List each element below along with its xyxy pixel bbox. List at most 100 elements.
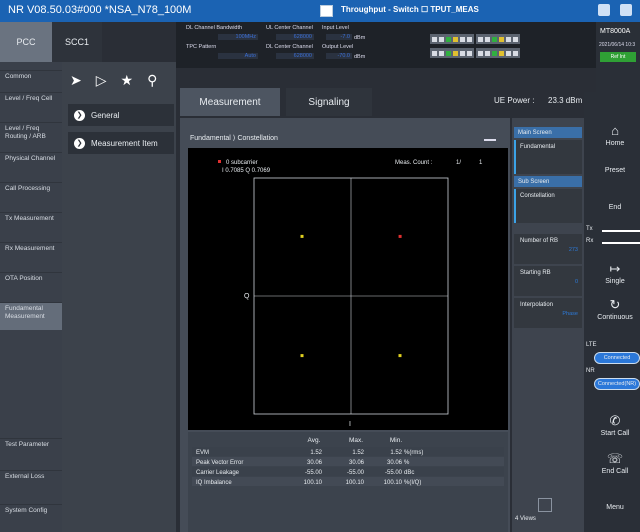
tab-signaling[interactable]: Signaling — [286, 88, 372, 116]
avg-value: 1.52 — [310, 450, 322, 456]
forward-icon[interactable]: ➤ — [70, 72, 82, 89]
nav-fundamental-measurement[interactable]: Fundamental Measurement — [0, 302, 62, 330]
minimize-icon[interactable] — [620, 4, 632, 16]
ul-center-value: 628000 — [276, 34, 314, 40]
preset-button[interactable]: Preset — [590, 167, 640, 174]
unit-label: dBc — [404, 470, 414, 476]
window-icon — [320, 5, 333, 17]
nav-level-freq-routing[interactable]: Level / Freq Routing / ARB — [0, 122, 62, 150]
home-button[interactable]: ⌂ Home — [590, 123, 640, 148]
unit-label: % — [404, 460, 410, 466]
settings-icon[interactable] — [598, 4, 610, 16]
sub-screen-value: Constellation — [520, 193, 555, 199]
nav-level-freq-cell[interactable]: Level / Freq Cell — [0, 92, 62, 120]
single-label: Single — [605, 278, 625, 285]
row-label: EVM — [196, 450, 209, 456]
menu-button[interactable]: Menu — [590, 504, 640, 511]
phone-icon: ✆ — [609, 413, 621, 428]
repeat-icon: ↻ — [609, 297, 621, 312]
nav-test-parameter[interactable]: Test Parameter — [0, 438, 62, 464]
title-bar: NR V08.50.03#000 *NSA_N78_100M Throughpu… — [0, 0, 640, 22]
subcarrier-readout: 0 subcarrier — [226, 160, 258, 166]
max-value: 1.52 — [352, 450, 364, 456]
rx-label: Rx — [586, 238, 594, 244]
search-icon[interactable]: ⚲ — [147, 72, 157, 89]
views-grid-icon[interactable] — [538, 498, 552, 512]
table-row — [192, 447, 504, 456]
lte-connection-status[interactable]: Connected — [594, 352, 640, 364]
carrier-indicator-2 — [476, 34, 520, 44]
nav-rx-measurement[interactable]: Rx Measurement — [0, 242, 62, 268]
number-of-rb-value: 273 — [568, 247, 578, 253]
rx-level-bar — [602, 242, 640, 244]
home-icon: ⌂ — [611, 123, 619, 138]
sequence-title: Throughput - Switch ☐ TPUT_MEAS — [341, 5, 479, 14]
main-screen-selector[interactable]: Fundamental — [514, 140, 582, 174]
nav-tx-measurement[interactable]: Tx Measurement — [0, 212, 62, 238]
interpolation-label: Interpolation — [520, 302, 554, 308]
menu-item-label: Measurement Item — [91, 138, 158, 148]
menu-item-general[interactable]: ❯ General — [68, 104, 174, 126]
menu-item-measurement-item[interactable]: ❯ Measurement Item — [68, 132, 174, 154]
favorite-icon[interactable]: ★ — [121, 72, 134, 89]
tab-measurement[interactable]: Measurement — [180, 88, 280, 116]
min-value: 1.52 — [390, 450, 402, 456]
start-call-label: Start Call — [600, 430, 630, 437]
end-call-label: End Call — [601, 468, 629, 475]
tab-scc1[interactable]: SCC1 — [52, 22, 102, 62]
nav-external-loss[interactable]: External Loss — [0, 470, 62, 496]
arrow-icon: ❯ — [74, 137, 85, 149]
starting-rb-label: Starting RB — [520, 270, 551, 276]
main-screen-value: Fundamental — [520, 144, 556, 150]
nav-ota-position[interactable]: OTA Position — [0, 272, 62, 298]
nr-connection-status[interactable]: Connected(NR) — [594, 378, 640, 390]
number-of-rb-field[interactable]: Number of RB 273 — [514, 234, 582, 264]
input-level-unit: dBm — [354, 35, 366, 41]
starting-rb-field[interactable]: Starting RB 0 — [514, 266, 582, 296]
tpc-pattern-label: TPC Pattern — [186, 44, 217, 50]
single-run-icon: ↦ — [609, 261, 621, 276]
end-button[interactable]: End — [590, 204, 640, 211]
nav-call-processing[interactable]: Call Processing — [0, 182, 62, 208]
ue-power-label: UE Power : — [494, 96, 535, 105]
nr-label: NR — [586, 368, 595, 374]
main-screen-header: Main Screen — [514, 127, 582, 138]
interpolation-field[interactable]: Interpolation Phase — [514, 298, 582, 328]
nav-physical-channel[interactable]: Physical Channel — [0, 152, 62, 178]
dl-center-value: 628000 — [276, 53, 314, 59]
carrier-indicator-3 — [430, 48, 474, 58]
nav-common[interactable]: Common — [0, 70, 62, 86]
app-title: NR V08.50.03#000 *NSA_N78_100M — [8, 4, 192, 16]
start-call-button[interactable]: ✆ Start Call — [590, 413, 640, 438]
end-label: End — [608, 204, 622, 211]
q-axis-label: Q — [244, 293, 250, 300]
end-call-button[interactable]: ☏ End Call — [590, 452, 640, 476]
nav-system-config[interactable]: System Config — [0, 504, 62, 530]
constellation-point-1 — [398, 234, 402, 238]
single-button[interactable]: ↦ Single — [590, 261, 640, 286]
constellation-plot: 0 subcarrier I 0.7085 Q 0.7069 Meas. Cou… — [188, 148, 508, 430]
starting-rb-value: 0 — [574, 279, 578, 285]
preset-label: Preset — [604, 167, 626, 174]
min-value: -55.00 — [385, 470, 403, 476]
marker-indicator — [218, 160, 221, 163]
constellation-point-4 — [398, 354, 402, 358]
constellation-point-3 — [300, 354, 304, 358]
interpolation-value: Phase — [562, 311, 578, 317]
input-level-value: -7.0 — [326, 34, 352, 40]
tab-pcc[interactable]: PCC — [0, 22, 52, 62]
sub-screen-selector[interactable]: Constellation — [514, 189, 582, 223]
column-header: Min. — [390, 437, 402, 444]
minimize-plot-icon[interactable] — [484, 139, 496, 141]
carrier-indicator-1 — [430, 34, 474, 44]
row-label: IQ Imbalance — [196, 480, 232, 486]
parameter-summary: DL Channel Bandwidth 100MHz TPC Pattern … — [176, 22, 596, 68]
continuous-button[interactable]: ↻ Continuous — [590, 297, 640, 322]
constellation-point-2 — [300, 234, 304, 238]
instrument-name: MT8000A — [600, 28, 631, 35]
avg-value: 100.10 — [304, 480, 323, 486]
window-controls — [598, 4, 632, 16]
menu-label: Menu — [606, 504, 624, 511]
jump-icon[interactable]: ▷ — [96, 72, 107, 89]
sub-screen-header: Sub Screen — [514, 176, 582, 187]
